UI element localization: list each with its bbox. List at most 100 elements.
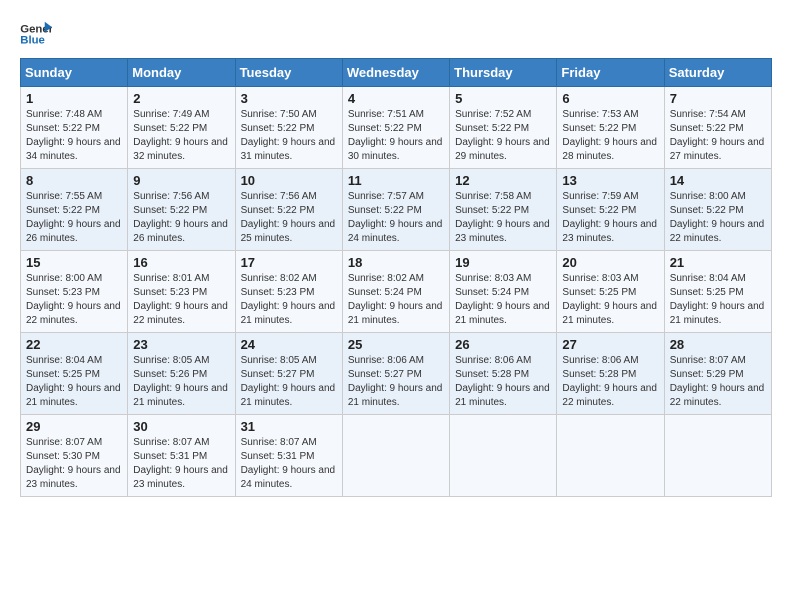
calendar-cell <box>342 415 449 497</box>
calendar-cell: 10 Sunrise: 7:56 AM Sunset: 5:22 PM Dayl… <box>235 169 342 251</box>
day-number: 3 <box>241 91 337 106</box>
logo-icon: General Blue <box>20 20 52 48</box>
calendar-cell: 5 Sunrise: 7:52 AM Sunset: 5:22 PM Dayli… <box>450 87 557 169</box>
day-number: 11 <box>348 173 444 188</box>
day-number: 4 <box>348 91 444 106</box>
day-info: Sunrise: 7:57 AM Sunset: 5:22 PM Dayligh… <box>348 190 444 246</box>
day-number: 30 <box>133 419 229 434</box>
day-info: Sunrise: 8:06 AM Sunset: 5:28 PM Dayligh… <box>562 354 658 410</box>
header-tuesday: Tuesday <box>235 59 342 87</box>
day-info: Sunrise: 7:56 AM Sunset: 5:22 PM Dayligh… <box>133 190 229 246</box>
calendar-cell: 22 Sunrise: 8:04 AM Sunset: 5:25 PM Dayl… <box>21 333 128 415</box>
calendar-table: SundayMondayTuesdayWednesdayThursdayFrid… <box>20 58 772 497</box>
day-info: Sunrise: 8:06 AM Sunset: 5:28 PM Dayligh… <box>455 354 551 410</box>
day-info: Sunrise: 7:51 AM Sunset: 5:22 PM Dayligh… <box>348 108 444 164</box>
day-number: 13 <box>562 173 658 188</box>
day-info: Sunrise: 8:05 AM Sunset: 5:26 PM Dayligh… <box>133 354 229 410</box>
calendar-cell: 13 Sunrise: 7:59 AM Sunset: 5:22 PM Dayl… <box>557 169 664 251</box>
day-info: Sunrise: 8:02 AM Sunset: 5:23 PM Dayligh… <box>241 272 337 328</box>
day-number: 17 <box>241 255 337 270</box>
day-number: 12 <box>455 173 551 188</box>
day-info: Sunrise: 8:07 AM Sunset: 5:31 PM Dayligh… <box>133 436 229 492</box>
logo: General Blue <box>20 20 52 48</box>
calendar-cell: 9 Sunrise: 7:56 AM Sunset: 5:22 PM Dayli… <box>128 169 235 251</box>
day-info: Sunrise: 8:02 AM Sunset: 5:24 PM Dayligh… <box>348 272 444 328</box>
day-info: Sunrise: 8:00 AM Sunset: 5:23 PM Dayligh… <box>26 272 122 328</box>
day-number: 2 <box>133 91 229 106</box>
calendar-cell: 8 Sunrise: 7:55 AM Sunset: 5:22 PM Dayli… <box>21 169 128 251</box>
calendar-cell: 7 Sunrise: 7:54 AM Sunset: 5:22 PM Dayli… <box>664 87 771 169</box>
day-info: Sunrise: 8:06 AM Sunset: 5:27 PM Dayligh… <box>348 354 444 410</box>
day-info: Sunrise: 8:05 AM Sunset: 5:27 PM Dayligh… <box>241 354 337 410</box>
day-info: Sunrise: 7:50 AM Sunset: 5:22 PM Dayligh… <box>241 108 337 164</box>
day-number: 5 <box>455 91 551 106</box>
day-number: 31 <box>241 419 337 434</box>
day-info: Sunrise: 8:07 AM Sunset: 5:31 PM Dayligh… <box>241 436 337 492</box>
day-number: 27 <box>562 337 658 352</box>
day-info: Sunrise: 8:00 AM Sunset: 5:22 PM Dayligh… <box>670 190 766 246</box>
calendar-cell: 4 Sunrise: 7:51 AM Sunset: 5:22 PM Dayli… <box>342 87 449 169</box>
day-info: Sunrise: 7:52 AM Sunset: 5:22 PM Dayligh… <box>455 108 551 164</box>
day-number: 29 <box>26 419 122 434</box>
day-number: 20 <box>562 255 658 270</box>
calendar-cell: 20 Sunrise: 8:03 AM Sunset: 5:25 PM Dayl… <box>557 251 664 333</box>
calendar-cell: 3 Sunrise: 7:50 AM Sunset: 5:22 PM Dayli… <box>235 87 342 169</box>
calendar-cell: 30 Sunrise: 8:07 AM Sunset: 5:31 PM Dayl… <box>128 415 235 497</box>
day-info: Sunrise: 8:07 AM Sunset: 5:30 PM Dayligh… <box>26 436 122 492</box>
day-info: Sunrise: 7:56 AM Sunset: 5:22 PM Dayligh… <box>241 190 337 246</box>
header-wednesday: Wednesday <box>342 59 449 87</box>
header-thursday: Thursday <box>450 59 557 87</box>
calendar-cell <box>664 415 771 497</box>
calendar-cell: 12 Sunrise: 7:58 AM Sunset: 5:22 PM Dayl… <box>450 169 557 251</box>
day-info: Sunrise: 8:03 AM Sunset: 5:24 PM Dayligh… <box>455 272 551 328</box>
calendar-cell: 14 Sunrise: 8:00 AM Sunset: 5:22 PM Dayl… <box>664 169 771 251</box>
calendar-cell: 6 Sunrise: 7:53 AM Sunset: 5:22 PM Dayli… <box>557 87 664 169</box>
svg-text:Blue: Blue <box>20 35 45 47</box>
day-number: 15 <box>26 255 122 270</box>
calendar-cell: 27 Sunrise: 8:06 AM Sunset: 5:28 PM Dayl… <box>557 333 664 415</box>
day-number: 22 <box>26 337 122 352</box>
calendar-cell: 11 Sunrise: 7:57 AM Sunset: 5:22 PM Dayl… <box>342 169 449 251</box>
calendar-cell: 21 Sunrise: 8:04 AM Sunset: 5:25 PM Dayl… <box>664 251 771 333</box>
calendar-cell: 1 Sunrise: 7:48 AM Sunset: 5:22 PM Dayli… <box>21 87 128 169</box>
header-friday: Friday <box>557 59 664 87</box>
day-number: 19 <box>455 255 551 270</box>
day-info: Sunrise: 7:54 AM Sunset: 5:22 PM Dayligh… <box>670 108 766 164</box>
calendar-cell: 16 Sunrise: 8:01 AM Sunset: 5:23 PM Dayl… <box>128 251 235 333</box>
header-sunday: Sunday <box>21 59 128 87</box>
day-info: Sunrise: 7:59 AM Sunset: 5:22 PM Dayligh… <box>562 190 658 246</box>
day-info: Sunrise: 8:04 AM Sunset: 5:25 PM Dayligh… <box>670 272 766 328</box>
day-info: Sunrise: 8:07 AM Sunset: 5:29 PM Dayligh… <box>670 354 766 410</box>
calendar-cell: 15 Sunrise: 8:00 AM Sunset: 5:23 PM Dayl… <box>21 251 128 333</box>
header-monday: Monday <box>128 59 235 87</box>
calendar-cell: 24 Sunrise: 8:05 AM Sunset: 5:27 PM Dayl… <box>235 333 342 415</box>
calendar-cell <box>450 415 557 497</box>
day-number: 7 <box>670 91 766 106</box>
day-number: 28 <box>670 337 766 352</box>
day-number: 18 <box>348 255 444 270</box>
calendar-cell <box>557 415 664 497</box>
day-info: Sunrise: 8:04 AM Sunset: 5:25 PM Dayligh… <box>26 354 122 410</box>
week-row-4: 29 Sunrise: 8:07 AM Sunset: 5:30 PM Dayl… <box>21 415 772 497</box>
header: General Blue <box>20 20 772 48</box>
day-info: Sunrise: 8:01 AM Sunset: 5:23 PM Dayligh… <box>133 272 229 328</box>
calendar-cell: 17 Sunrise: 8:02 AM Sunset: 5:23 PM Dayl… <box>235 251 342 333</box>
day-info: Sunrise: 7:49 AM Sunset: 5:22 PM Dayligh… <box>133 108 229 164</box>
calendar-cell: 23 Sunrise: 8:05 AM Sunset: 5:26 PM Dayl… <box>128 333 235 415</box>
week-row-0: 1 Sunrise: 7:48 AM Sunset: 5:22 PM Dayli… <box>21 87 772 169</box>
day-number: 24 <box>241 337 337 352</box>
week-row-2: 15 Sunrise: 8:00 AM Sunset: 5:23 PM Dayl… <box>21 251 772 333</box>
day-info: Sunrise: 7:58 AM Sunset: 5:22 PM Dayligh… <box>455 190 551 246</box>
day-info: Sunrise: 8:03 AM Sunset: 5:25 PM Dayligh… <box>562 272 658 328</box>
week-row-3: 22 Sunrise: 8:04 AM Sunset: 5:25 PM Dayl… <box>21 333 772 415</box>
calendar-cell: 19 Sunrise: 8:03 AM Sunset: 5:24 PM Dayl… <box>450 251 557 333</box>
day-info: Sunrise: 7:55 AM Sunset: 5:22 PM Dayligh… <box>26 190 122 246</box>
day-number: 6 <box>562 91 658 106</box>
calendar-cell: 18 Sunrise: 8:02 AM Sunset: 5:24 PM Dayl… <box>342 251 449 333</box>
day-number: 23 <box>133 337 229 352</box>
calendar-cell: 29 Sunrise: 8:07 AM Sunset: 5:30 PM Dayl… <box>21 415 128 497</box>
day-number: 21 <box>670 255 766 270</box>
day-number: 1 <box>26 91 122 106</box>
day-number: 16 <box>133 255 229 270</box>
day-info: Sunrise: 7:53 AM Sunset: 5:22 PM Dayligh… <box>562 108 658 164</box>
